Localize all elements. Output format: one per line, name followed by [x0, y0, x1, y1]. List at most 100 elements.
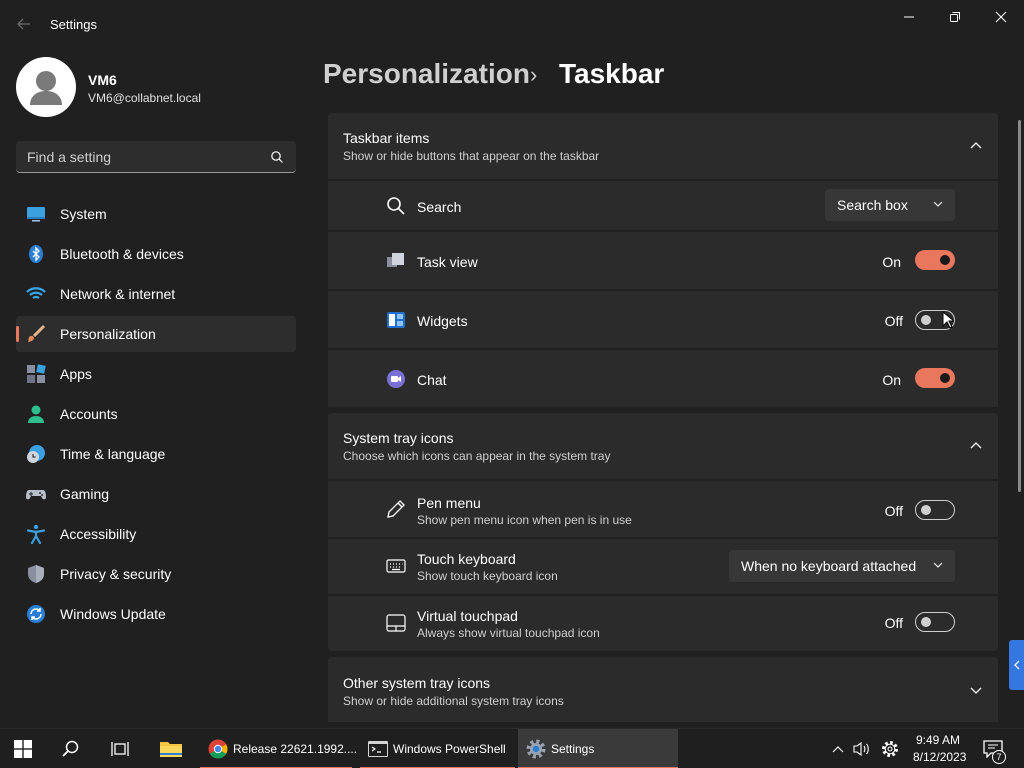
gear-icon [882, 741, 898, 757]
toggle-knob [921, 505, 931, 515]
section-subtitle: Show or hide buttons that appear on the … [343, 149, 600, 163]
sidebar-item-network[interactable]: Network & internet [16, 276, 296, 312]
settings-gear-icon [526, 739, 546, 759]
taskbar-app-powershell[interactable]: Windows PowerShell [360, 729, 515, 768]
powershell-icon [368, 741, 388, 757]
personalization-icon [28, 324, 46, 342]
toggle-state-label: On [882, 372, 901, 388]
sidebar-item-accounts[interactable]: Accounts [16, 396, 296, 432]
toggle-state-label: Off [884, 615, 903, 631]
side-panel-tab[interactable] [1009, 640, 1024, 690]
chevron-down-icon [933, 201, 943, 207]
minimize-button[interactable] [886, 4, 932, 30]
avatar[interactable] [16, 57, 76, 117]
search-icon [62, 740, 79, 757]
other-tray-header[interactable]: Other system tray icons Show or hide add… [328, 657, 998, 722]
file-explorer-icon [160, 742, 182, 757]
sidebar-item-privacy[interactable]: Privacy & security [16, 556, 296, 592]
start-button[interactable] [14, 729, 32, 768]
search-icon[interactable] [270, 150, 284, 164]
accessibility-icon [26, 524, 46, 544]
section-title: Other system tray icons [343, 675, 491, 691]
row-label: Widgets [417, 313, 468, 329]
search-input[interactable] [16, 141, 256, 172]
row-label: Task view [417, 254, 478, 270]
sidebar-item-windows-update[interactable]: Windows Update [16, 596, 296, 632]
sidebar-item-label: Gaming [60, 486, 110, 502]
task-view-button[interactable] [110, 729, 130, 768]
sidebar-item-system[interactable]: System [16, 196, 296, 232]
page-title: Taskbar [559, 58, 665, 89]
restore-button[interactable] [932, 4, 978, 30]
chevron-up-icon[interactable] [970, 141, 982, 151]
chevron-left-icon [1014, 660, 1020, 670]
clock-time: 9:49 AM [916, 733, 961, 747]
row-sublabel: Show pen menu icon when pen is in use [417, 513, 632, 527]
sidebar-item-bluetooth[interactable]: Bluetooth & devices [16, 236, 296, 272]
row-sublabel: Always show virtual touchpad icon [417, 626, 600, 640]
section-subtitle: Show or hide additional system tray icon… [343, 694, 564, 708]
chevron-up-icon [832, 746, 844, 753]
notification-count-badge: 7 [992, 750, 1006, 764]
sidebar-item-label: Accessibility [60, 526, 137, 542]
virtual-touchpad-toggle[interactable] [915, 612, 955, 632]
system-tray-header[interactable]: System tray icons Choose which icons can… [328, 413, 998, 479]
taskbar-app-chrome[interactable]: Release 22621.1992.... [200, 729, 357, 768]
sidebar-item-accessibility[interactable]: Accessibility [16, 516, 296, 552]
task-view-toggle[interactable] [915, 250, 955, 270]
back-button[interactable] [12, 12, 36, 36]
show-hidden-icons-button[interactable] [832, 729, 844, 768]
section-subtitle: Choose which icons can appear in the sys… [343, 449, 611, 463]
task-view-icon [387, 253, 404, 267]
chevron-up-icon[interactable] [970, 441, 982, 451]
toggle-knob [921, 315, 931, 325]
task-view-row: Task view On [328, 232, 998, 289]
gaming-icon [26, 490, 46, 500]
sidebar-item-label: Privacy & security [60, 566, 172, 582]
sidebar-item-label: Personalization [60, 326, 156, 342]
sidebar-item-label: Bluetooth & devices [60, 246, 184, 262]
search-row: Search Search box [328, 181, 998, 230]
bluetooth-icon [29, 245, 43, 263]
volume-icon [853, 741, 869, 757]
restore-icon [950, 12, 960, 22]
settings-tray-button[interactable] [881, 729, 899, 768]
taskbar-app-label: Windows PowerShell [393, 742, 506, 756]
widgets-icon [387, 312, 405, 328]
mouse-cursor-icon [942, 311, 954, 329]
touch-keyboard-dropdown[interactable]: When no keyboard attached [729, 550, 955, 582]
minimize-icon [904, 16, 914, 18]
user-email: VM6@collabnet.local [88, 91, 201, 105]
windows-update-icon [27, 605, 45, 623]
taskbar-app-settings[interactable]: Settings [518, 729, 678, 768]
sidebar-item-time-language[interactable]: Time & language [16, 436, 296, 472]
sidebar-item-label: Time & language [60, 446, 166, 462]
network-icon [26, 287, 46, 299]
row-label: Search [417, 199, 462, 215]
breadcrumb-parent[interactable]: Personalization [323, 58, 530, 90]
toggle-knob [921, 617, 931, 627]
virtual-touchpad-row: Virtual touchpad Always show virtual tou… [328, 596, 998, 651]
back-arrow-icon [17, 18, 30, 30]
search-dropdown[interactable]: Search box [825, 189, 955, 221]
section-title: Taskbar items [343, 130, 430, 146]
widgets-row: Widgets Off [328, 291, 998, 348]
chat-toggle[interactable] [915, 368, 955, 388]
pen-icon [387, 500, 405, 518]
sidebar-item-gaming[interactable]: Gaming [16, 476, 296, 512]
taskbar-search-button[interactable] [62, 729, 80, 768]
clock-date: 8/12/2023 [913, 750, 967, 764]
dropdown-value: Search box [837, 197, 908, 213]
touch-keyboard-row: Touch keyboard Show touch keyboard icon … [328, 539, 998, 594]
search-box[interactable] [16, 141, 296, 173]
taskbar-items-header[interactable]: Taskbar items Show or hide buttons that … [328, 113, 998, 179]
pen-menu-toggle[interactable] [915, 500, 955, 520]
chevron-down-icon[interactable] [970, 685, 982, 695]
sidebar-item-apps[interactable]: Apps [16, 356, 296, 392]
close-button[interactable] [978, 4, 1024, 30]
scrollbar[interactable] [1018, 120, 1021, 492]
volume-button[interactable] [853, 729, 871, 768]
file-explorer-button[interactable] [159, 729, 183, 768]
sidebar-item-personalization[interactable]: Personalization [16, 316, 296, 352]
row-label: Virtual touchpad [417, 608, 518, 624]
